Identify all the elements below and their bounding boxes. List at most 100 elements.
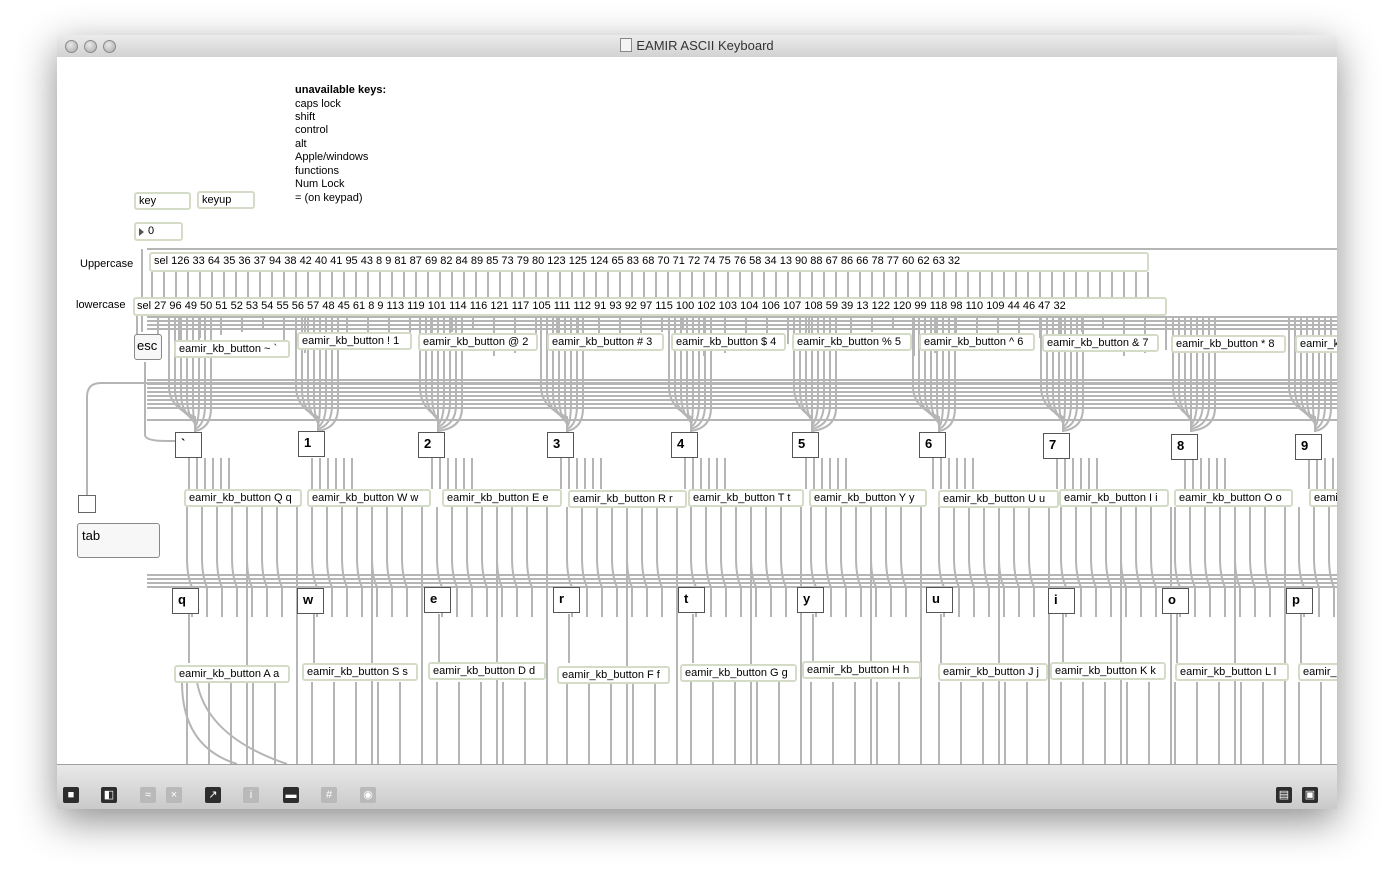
kb-button-f[interactable]: eamir_kb_button F f xyxy=(557,666,670,684)
patch-cord xyxy=(1135,507,1142,617)
patch-cord xyxy=(261,507,268,617)
unavailable-keys-line: caps lock xyxy=(295,98,341,110)
kb-button-q[interactable]: eamir_kb_button Q q xyxy=(184,489,302,507)
patch-cord xyxy=(596,507,603,617)
patch-cord xyxy=(356,507,363,617)
key-i[interactable]: i xyxy=(1048,588,1075,614)
kb-button-a[interactable]: eamir_kb_button A a xyxy=(174,665,290,683)
unavailable-keys-line: alt xyxy=(295,138,307,150)
split-horizontal-icon[interactable]: ▤ xyxy=(1276,787,1292,803)
key-4[interactable]: 4 xyxy=(671,432,698,458)
kb-button-w[interactable]: eamir_kb_button W w xyxy=(307,489,431,507)
unavailable-keys-line: Num Lock xyxy=(295,178,345,190)
inspector-icon[interactable]: ↗ xyxy=(205,787,221,803)
patch-cord xyxy=(1189,507,1196,617)
lock-icon[interactable]: ■ xyxy=(63,787,79,803)
patch-cord xyxy=(1028,507,1035,617)
key-9[interactable]: 9 xyxy=(1295,434,1322,460)
patch-cord xyxy=(511,507,518,617)
key-3[interactable]: 3 xyxy=(547,432,574,458)
key-8[interactable]: 8 xyxy=(1171,434,1198,460)
window-title: EAMIR ASCII Keyboard xyxy=(57,38,1337,53)
patch-cord xyxy=(611,507,618,617)
patch-cord xyxy=(1219,507,1226,617)
key-o[interactable]: o xyxy=(1162,588,1189,614)
split-vertical-icon[interactable]: ▣ xyxy=(1302,787,1318,803)
key-2[interactable]: 2 xyxy=(418,432,445,458)
keyup-object[interactable]: keyup xyxy=(197,191,255,209)
key-5[interactable]: 5 xyxy=(792,432,819,458)
key-1[interactable]: 1 xyxy=(298,431,325,457)
kb-button-5[interactable]: eamir_kb_button % 5 xyxy=(792,333,912,351)
kb-button-s[interactable]: eamir_kb_button S s xyxy=(302,663,418,681)
kb-button-u[interactable]: eamir_kb_button U u xyxy=(938,490,1059,508)
kb-button-1[interactable]: eamir_kb_button ! 1 xyxy=(297,332,412,350)
key-t[interactable]: t xyxy=(678,587,705,613)
lowercase-select-object[interactable]: sel 27 96 49 50 51 52 53 54 55 56 57 48 … xyxy=(133,297,1167,316)
kb-button-2[interactable]: eamir_kb_button @ 2 xyxy=(418,333,538,351)
unavailable-keys-heading: unavailable keys: xyxy=(295,84,387,96)
key-w[interactable]: w xyxy=(297,588,324,614)
key-backtick[interactable]: ` xyxy=(175,432,202,458)
patch-cord xyxy=(1150,507,1157,617)
patcher-toolbar: ■ ◧ ≈ × ↗ i ▬ # ◉ ▤ ▣ xyxy=(57,764,1337,809)
patch-cord xyxy=(1013,507,1020,617)
patch-cord xyxy=(231,507,238,617)
patch-cord xyxy=(201,507,208,617)
uppercase-select-object[interactable]: sel 126 33 64 35 36 37 94 38 42 40 41 95… xyxy=(149,252,1149,272)
kb-button-e[interactable]: eamir_kb_button E e xyxy=(442,489,562,507)
kb-button-g[interactable]: eamir_kb_button G g xyxy=(680,664,797,682)
patcher-window: EAMIR ASCII Keyboard unavailable keys: c… xyxy=(57,35,1337,809)
tab-button[interactable]: tab xyxy=(77,523,160,558)
title-bar: EAMIR ASCII Keyboard xyxy=(57,35,1337,58)
patcher-canvas[interactable]: unavailable keys: caps lock shift contro… xyxy=(57,57,1337,764)
presentation-icon[interactable]: ◧ xyxy=(101,787,117,803)
patch-cord xyxy=(1264,507,1271,617)
kb-button-7[interactable]: eamir_kb_button & 7 xyxy=(1042,334,1159,352)
kb-button-k[interactable]: eamir_kb_button K k xyxy=(1050,662,1166,680)
kb-button-8[interactable]: eamir_kb_button * 8 xyxy=(1171,335,1286,353)
key-q[interactable]: q xyxy=(172,588,199,614)
esc-button[interactable]: esc xyxy=(134,334,162,360)
key-u[interactable]: u xyxy=(926,587,953,613)
unavailable-keys-line: Apple/windows xyxy=(295,151,369,163)
patch-cord xyxy=(953,507,960,617)
key-6[interactable]: 6 xyxy=(919,432,946,458)
key-7[interactable]: 7 xyxy=(1043,433,1070,459)
unavailable-keys-line: = (on keypad) xyxy=(295,192,363,204)
key-e[interactable]: e xyxy=(424,587,451,613)
patch-cord-icon[interactable]: ≈ xyxy=(140,787,156,803)
kb-button-6[interactable]: eamir_kb_button ^ 6 xyxy=(919,333,1035,351)
key-object[interactable]: key xyxy=(134,192,191,210)
number-box[interactable]: 0 xyxy=(134,222,183,241)
info-icon[interactable]: i xyxy=(243,787,259,803)
grid-icon[interactable]: # xyxy=(321,787,337,803)
kb-button-p[interactable]: eamir_kb_button P p xyxy=(1309,489,1337,507)
key-r[interactable]: r xyxy=(553,587,580,613)
snapshot-icon[interactable]: ◉ xyxy=(360,787,376,803)
kb-button-o[interactable]: eamir_kb_button O o xyxy=(1174,489,1293,507)
kb-button-h[interactable]: eamir_kb_button H h xyxy=(802,661,921,679)
key-y[interactable]: y xyxy=(797,587,824,613)
kb-button-3[interactable]: eamir_kb_button # 3 xyxy=(547,333,664,351)
kb-button-t[interactable]: eamir_kb_button T t xyxy=(688,489,804,507)
kb-button-4[interactable]: eamir_kb_button $ 4 xyxy=(671,333,786,351)
patch-cord xyxy=(1075,507,1082,617)
kb-button-l[interactable]: eamir_kb_button L l xyxy=(1175,663,1289,681)
kb-button-j[interactable]: eamir_kb_button J j xyxy=(938,663,1048,681)
patch-cord xyxy=(720,507,727,617)
patch-cord xyxy=(466,507,473,617)
object-icon[interactable]: ▬ xyxy=(283,787,299,803)
tab-toggle[interactable] xyxy=(78,495,96,513)
kb-button-d[interactable]: eamir_kb_button D d xyxy=(428,662,546,680)
kb-button-r[interactable]: eamir_kb_button R r xyxy=(568,490,687,508)
close-icon[interactable]: × xyxy=(166,787,182,803)
kb-button-9[interactable]: eamir_kb_button ( 9 xyxy=(1295,335,1337,353)
kb-button-y[interactable]: eamir_kb_button Y y xyxy=(809,489,927,507)
kb-button-semicolon[interactable]: eamir_kb_button ; : xyxy=(1298,663,1337,681)
key-p[interactable]: p xyxy=(1286,588,1313,614)
kb-button-tilde[interactable]: eamir_kb_button ~ ` xyxy=(174,340,290,358)
kb-button-i[interactable]: eamir_kb_button I i xyxy=(1059,489,1169,507)
unavailable-keys-line: control xyxy=(295,124,329,136)
patch-cord xyxy=(656,507,663,617)
